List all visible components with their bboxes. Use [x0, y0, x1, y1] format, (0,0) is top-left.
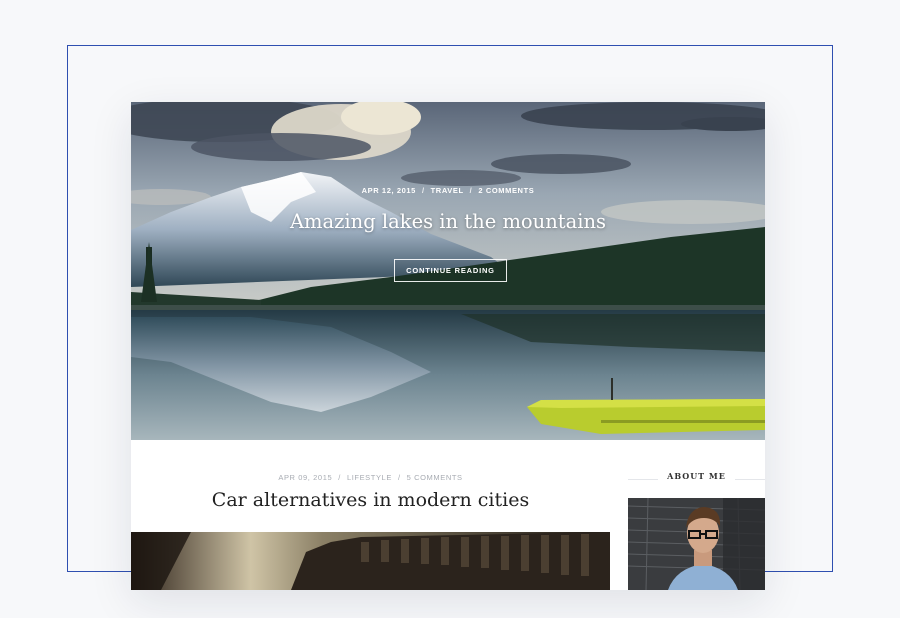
portrait-image [628, 498, 765, 590]
about-me-photo [628, 498, 765, 590]
city-street-image [131, 532, 610, 590]
hero-post-date[interactable]: APR 12, 2015 [362, 186, 416, 195]
about-me-heading: ABOUT ME [667, 471, 726, 481]
post-comments[interactable]: 5 COMMENTS [407, 473, 463, 482]
hero-banner[interactable]: APR 12, 2015 / TRAVEL / 2 COMMENTS Amazing l… [131, 102, 765, 440]
hero-post-category[interactable]: TRAVEL [431, 186, 464, 195]
meta-separator: / [338, 473, 341, 482]
about-heading-rule-right [735, 479, 765, 480]
meta-separator: / [469, 186, 473, 195]
meta-separator: / [421, 186, 425, 195]
hero-post-meta: APR 12, 2015 / TRAVEL / 2 COMMENTS [131, 186, 765, 195]
post-meta: APR 09, 2015 / LIFESTYLE / 5 COMMENTS [131, 473, 610, 482]
post-title[interactable]: Car alternatives in modern cities [131, 489, 610, 511]
continue-reading-button[interactable]: CONTINUE READING [394, 259, 507, 282]
post-date[interactable]: APR 09, 2015 [278, 473, 332, 482]
post-featured-image[interactable] [131, 532, 610, 590]
hero-post-title[interactable]: Amazing lakes in the mountains [131, 210, 765, 233]
meta-separator: / [397, 473, 401, 482]
hero-post-comments[interactable]: 2 COMMENTS [478, 186, 534, 195]
post-category[interactable]: LIFESTYLE [347, 473, 392, 482]
blog-page: APR 12, 2015 / TRAVEL / 2 COMMENTS Amazing l… [131, 102, 765, 590]
